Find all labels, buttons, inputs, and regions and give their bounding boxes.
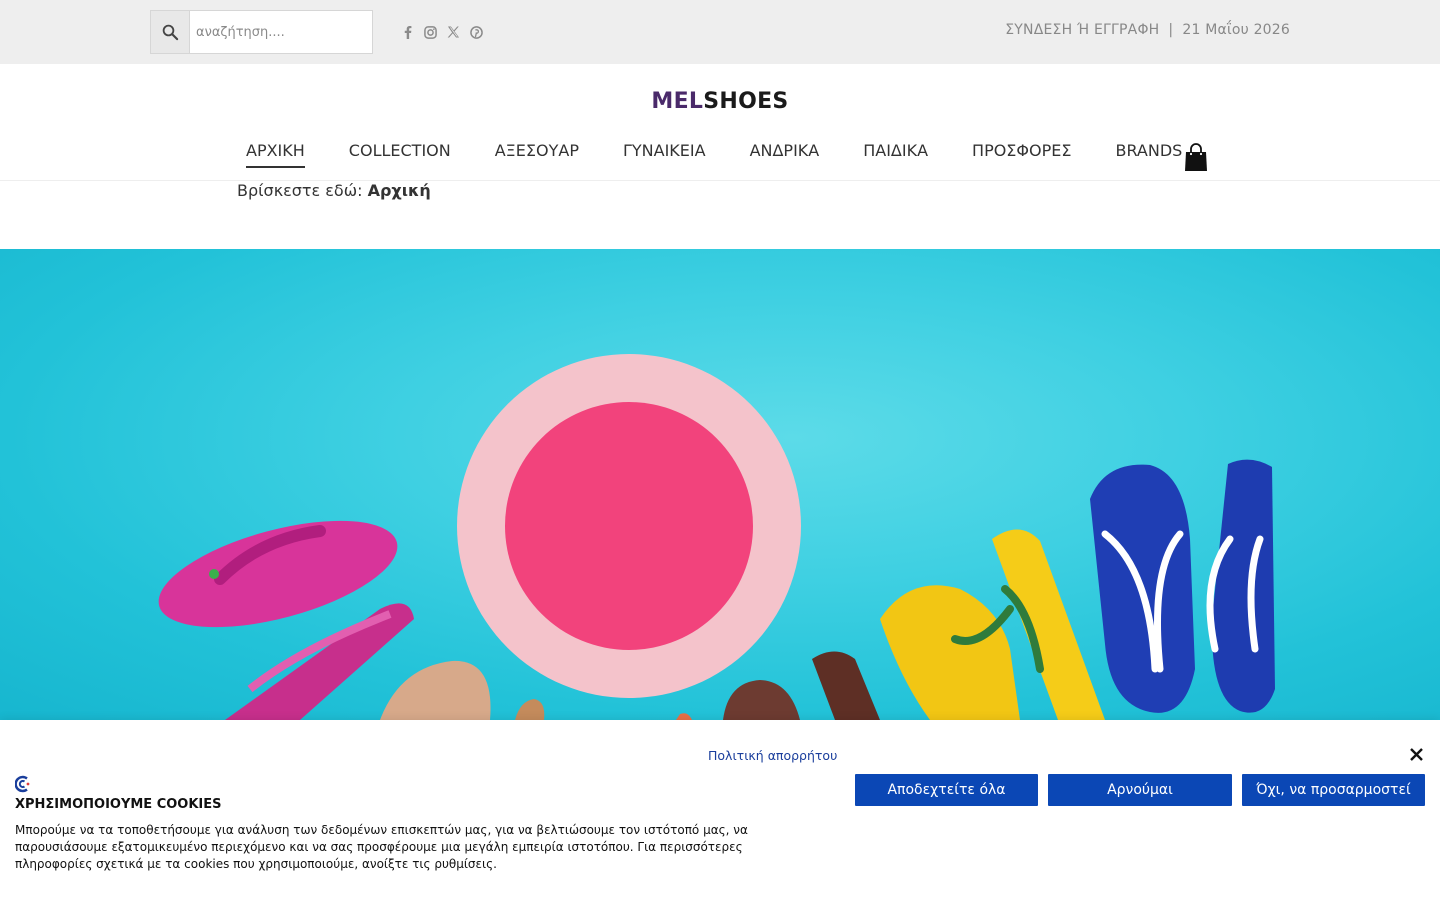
top-bar: ΣΥΝΔΕΣΗ Ή ΕΓΓΡΑΦΗ | 21 Μαΐου 2026 — [0, 0, 1440, 64]
breadcrumb: Βρίσκεστε εδώ: Αρχική — [237, 181, 431, 200]
cookie-consent-logo — [14, 775, 31, 798]
hero-banner[interactable] — [0, 249, 1440, 720]
instagram-icon[interactable] — [423, 23, 438, 41]
nav-item-men[interactable]: ΑΝΔΡΙΚΑ — [750, 141, 820, 166]
account-date-area: ΣΥΝΔΕΣΗ Ή ΕΓΓΡΑΦΗ | 21 Μαΐου 2026 — [1005, 22, 1290, 38]
login-register-link[interactable]: ΣΥΝΔΕΣΗ Ή ΕΓΓΡΑΦΗ — [1005, 22, 1159, 38]
reject-button[interactable]: Αρνούμαι — [1048, 774, 1232, 806]
separator: | — [1168, 22, 1174, 38]
site-logo[interactable]: MELSHOES — [0, 89, 1440, 114]
cookie-title: ΧΡΗΣΙΜΟΠΟΙΟΥΜΕ COOKIES — [15, 797, 222, 812]
logo-part-shoes: SHOES — [703, 89, 789, 114]
social-links — [400, 23, 484, 41]
main-nav: ΑΡΧΙΚΗ COLLECTION ΑΞΕΣΟΥΑΡ ΓΥΝΑΙΚΕΙΑ ΑΝΔ… — [246, 141, 1226, 168]
nav-item-brands[interactable]: BRANDS — [1115, 141, 1182, 166]
cookie-consent-icon — [14, 775, 30, 793]
facebook-icon[interactable] — [400, 23, 415, 41]
current-date: 21 Μαΐου 2026 — [1182, 22, 1290, 38]
customize-button[interactable]: Όχι, να προσαρμοστεί — [1242, 774, 1425, 806]
logo-part-mel: MEL — [651, 89, 704, 114]
search-icon — [162, 24, 179, 41]
close-icon — [1410, 748, 1423, 761]
search-button[interactable] — [151, 11, 190, 53]
cookie-description: Μπορούμε να τα τοποθετήσουμε για ανάλυση… — [15, 823, 748, 871]
search-input[interactable] — [190, 11, 372, 53]
breadcrumb-current[interactable]: Αρχική — [368, 181, 431, 200]
shopping-bag-icon — [1185, 143, 1207, 171]
search-box — [150, 10, 373, 54]
nav-divider — [0, 180, 1440, 181]
nav-item-accessories[interactable]: ΑΞΕΣΟΥΑΡ — [495, 141, 579, 166]
breadcrumb-prefix: Βρίσκεστε εδώ: — [237, 181, 363, 200]
x-icon[interactable] — [446, 23, 461, 41]
hero-flip-flops-image — [158, 354, 1275, 720]
nav-item-collection[interactable]: COLLECTION — [349, 141, 451, 166]
cart-button[interactable] — [1184, 142, 1208, 177]
pinterest-icon[interactable] — [469, 23, 484, 41]
privacy-policy-link[interactable]: Πολιτική απορρήτου — [708, 748, 837, 763]
nav-item-women[interactable]: ΓΥΝΑΙΚΕΙΑ — [623, 141, 706, 166]
accept-all-button[interactable]: Αποδεχτείτε όλα — [855, 774, 1038, 806]
nav-item-offers[interactable]: ΠΡΟΣΦΟΡΕΣ — [972, 141, 1071, 166]
nav-item-home[interactable]: ΑΡΧΙΚΗ — [246, 141, 305, 168]
nav-item-kids[interactable]: ΠΑΙΔΙΚΑ — [863, 141, 928, 166]
close-cookie-button[interactable] — [1409, 747, 1424, 767]
